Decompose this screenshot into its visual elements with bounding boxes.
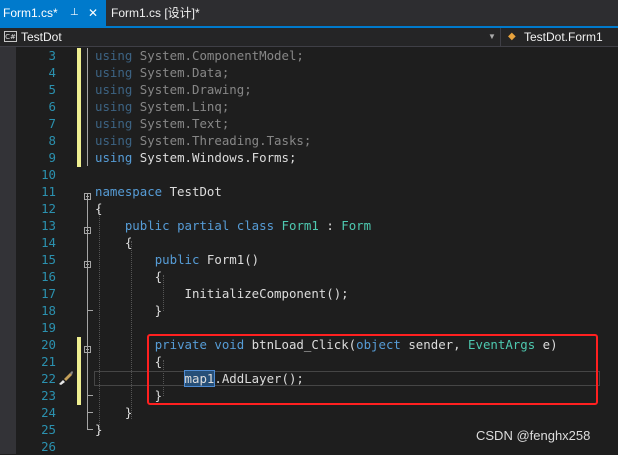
- editor-margin: [0, 47, 16, 454]
- close-icon[interactable]: ✕: [88, 0, 98, 26]
- type-label: TestDot.Form1: [524, 30, 603, 44]
- document-tab-bar: Form1.cs* ⊥ ✕ Form1.cs [设计]*: [0, 0, 618, 28]
- watermark: CSDN @fenghx258: [476, 428, 591, 443]
- tab-label: Form1.cs*: [3, 6, 58, 20]
- code-line: 16 {: [41, 269, 163, 284]
- code-line: 11 namespace TestDot: [41, 184, 222, 199]
- code-line: 8 using System.Threading.Tasks;: [48, 133, 312, 148]
- code-line: 7 using System.Text;: [48, 116, 230, 131]
- code-line: 17 InitializeComponent();: [41, 286, 349, 301]
- project-label: TestDot: [21, 30, 62, 44]
- code-line: 14 {: [41, 235, 133, 250]
- annotation-highlight-box: [147, 334, 598, 405]
- code-line: 3 using System.ComponentModel;: [48, 48, 304, 63]
- quick-actions-brush-icon[interactable]: [56, 370, 74, 386]
- tab-form1-designer[interactable]: Form1.cs [设计]*: [106, 0, 216, 26]
- csharp-project-icon: C#: [4, 31, 17, 42]
- tab-form1-cs[interactable]: Form1.cs* ⊥ ✕: [0, 0, 106, 26]
- code-line: 5 using System.Drawing;: [48, 82, 252, 97]
- chevron-down-icon: ▼: [488, 32, 496, 41]
- navigation-bar: C# TestDot ▼ ◆ TestDot.Form1: [0, 28, 618, 47]
- code-line: 4 using System.Data;: [48, 65, 230, 80]
- class-icon: ◆: [508, 31, 516, 42]
- type-dropdown[interactable]: ◆ TestDot.Form1: [506, 28, 618, 46]
- code-line: 6 using System.Linq;: [48, 99, 230, 114]
- code-line: 18 }: [41, 303, 163, 318]
- code-line: 13 public partial class Form1 : Form: [41, 218, 372, 233]
- pin-icon[interactable]: ⊥: [70, 0, 79, 26]
- code-line: 9 using System.Windows.Forms;: [48, 150, 297, 165]
- code-line: 12{: [41, 201, 103, 216]
- code-line: 24 }: [41, 405, 133, 420]
- tab-label: Form1.cs [设计]*: [111, 6, 200, 20]
- code-line: 10: [41, 167, 56, 182]
- project-dropdown[interactable]: C# TestDot ▼: [0, 28, 501, 46]
- code-line: 15 public Form1(): [41, 252, 260, 267]
